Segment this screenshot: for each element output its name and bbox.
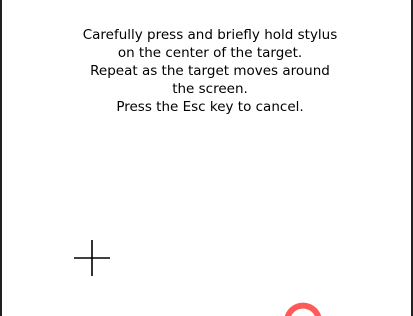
partial-circle-mark-icon [285, 302, 321, 316]
instruction-line: Carefully press and briefly hold stylus [82, 27, 338, 43]
instruction-line: Repeat as the target moves around [90, 63, 330, 79]
red-ink-mark [278, 298, 328, 316]
instruction-line: Press the Esc key to cancel. [116, 99, 304, 115]
crosshair-icon [74, 240, 110, 276]
instruction-line: the screen. [172, 81, 248, 97]
screen-left-border [0, 0, 2, 316]
instruction-line: on the center of the target. [117, 45, 303, 61]
calibration-screen[interactable]: Carefully press and briefly hold stylus … [0, 0, 413, 316]
calibration-target[interactable] [74, 240, 110, 276]
calibration-instructions: Carefully press and briefly hold stylus … [60, 26, 360, 116]
